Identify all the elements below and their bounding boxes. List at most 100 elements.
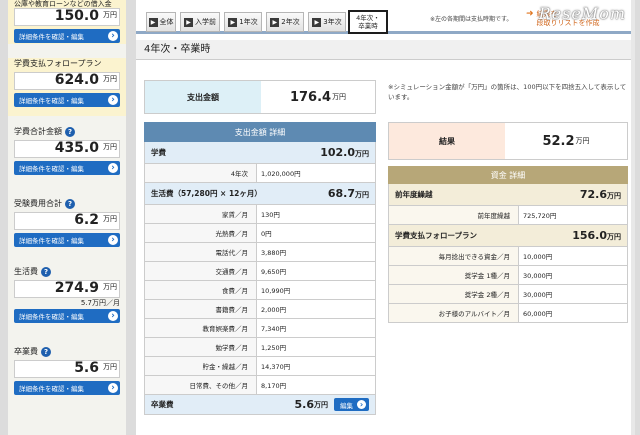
triangle-right-icon: ▶: [228, 17, 238, 27]
row-value: 68.7万円: [328, 187, 369, 200]
payment-total-number: 176.4: [289, 89, 332, 105]
row-value: 7,340円: [261, 325, 287, 333]
result-label: 結果: [389, 123, 505, 159]
sidebar-item-number: 274.9: [54, 280, 99, 296]
chevron-right-icon: ›: [108, 163, 118, 173]
sidebar-item-unit: 万円: [103, 363, 117, 371]
row-label: 光熱費／月: [145, 224, 257, 242]
row-label: 4年次: [145, 164, 257, 182]
sidebar-item-number: 5.6: [74, 360, 99, 376]
sidebar-item-number: 624.0: [54, 72, 99, 88]
watermark-logo: ReseMom: [538, 4, 626, 23]
row-label: 学費支払フォロープラン: [395, 231, 478, 240]
scrollbar[interactable]: [631, 0, 635, 435]
tab-label: 1年次: [239, 18, 258, 26]
row-value: 1,250円: [261, 344, 287, 352]
sidebar-item-tuition: 学費合計金額? 435.0 万円 詳細条件を確認・編集 ›: [8, 126, 126, 184]
sidebar-item-edit-button[interactable]: 詳細条件を確認・編集 ›: [14, 381, 120, 395]
sidebar-item-value: 6.2 万円: [14, 212, 120, 230]
row-value: 156.0万円: [572, 229, 621, 242]
row-label: 勉学費／月: [145, 338, 257, 356]
payment-total-unit: 万円: [332, 93, 347, 101]
table-row: 前年度繰越 725,720円: [388, 206, 628, 225]
fund-detail-header: 資金 詳細: [388, 166, 628, 184]
tab-year1[interactable]: ▶ 1年次: [224, 12, 262, 32]
sidebar-item-exam: 受験費用合計? 6.2 万円 詳細条件を確認・編集 ›: [8, 198, 126, 256]
payment-total: 支出金額 176.4 万円: [144, 80, 376, 114]
tab-year2[interactable]: ▶ 2年次: [266, 12, 304, 32]
row-label: 食費／月: [145, 281, 257, 299]
row-label: 前年度繰越: [389, 206, 519, 224]
row-number: 156.0: [572, 229, 607, 242]
sidebar-item-number: 435.0: [54, 140, 99, 156]
row-label: 電話代／月: [145, 243, 257, 261]
table-row: 奨学金 2種／月 30,000円: [388, 285, 628, 304]
help-icon[interactable]: ?: [65, 199, 75, 209]
sidebar-item-unit: 万円: [103, 283, 117, 291]
sidebar-loan-edit-button[interactable]: 詳細条件を確認・編集 ›: [14, 29, 120, 43]
row-value: 0円: [261, 230, 272, 238]
sidebar-loan-title: 公庫や教育ローンなどの借入金: [14, 0, 112, 8]
chevron-right-icon: ›: [108, 95, 118, 105]
tab-before-entry[interactable]: ▶ 入学前: [180, 12, 220, 32]
table-row: 交通費／月 9,650円: [144, 262, 376, 281]
row-label: 書籍費／月: [145, 300, 257, 318]
table-row: 光熱費／月 0円: [144, 224, 376, 243]
help-icon[interactable]: ?: [41, 267, 51, 277]
row-value: 725,720円: [523, 212, 557, 220]
tab-year4-graduation[interactable]: 4年次・ 卒業時: [348, 10, 388, 34]
tab-all[interactable]: ▶ 全体: [146, 12, 176, 32]
tab-year3[interactable]: ▶ 3年次: [308, 12, 346, 32]
table-row: 4年次 1,020,000円: [144, 164, 376, 183]
sidebar-item-edit-label: 詳細条件を確認・編集: [19, 237, 84, 245]
sidebar-item-title-text: 卒業費: [14, 347, 38, 356]
sidebar-item-living: 生活費? 274.9 万円 5.7万円／月 詳細条件を確認・編集 ›: [8, 266, 126, 334]
sidebar-item-edit-button[interactable]: 詳細条件を確認・編集 ›: [14, 233, 120, 247]
sidebar-item-value: 624.0 万円: [14, 72, 120, 90]
graduation-edit-button[interactable]: 編集 ›: [334, 398, 369, 411]
sidebar-item-edit-button[interactable]: 詳細条件を確認・編集 ›: [14, 309, 120, 323]
sidebar-item-title: 生活費?: [14, 266, 120, 278]
sidebar-item-value: 435.0 万円: [14, 140, 120, 158]
sidebar-item-edit-label: 詳細条件を確認・編集: [19, 313, 84, 321]
result-box: 結果 52.2 万円: [388, 122, 628, 160]
main-panel: ▶ 全体 ▶ 入学前 ▶ 1年次 ▶ 2年次 ▶ 3年次 4年次・ 卒業時 ※左の各期間は支…: [136, 0, 635, 435]
row-label: 奨学金 1種／月: [389, 266, 519, 284]
sidebar-item-edit-button[interactable]: 詳細条件を確認・編集 ›: [14, 93, 120, 107]
row-label: 前年度繰越: [395, 190, 433, 199]
sidebar-item-value: 274.9 万円: [14, 280, 120, 298]
sidebar-item-followplan: 学費支払フォロープラン 624.0 万円 詳細条件を確認・編集 ›: [8, 58, 126, 116]
row-value: 1,020,000円: [261, 170, 301, 178]
simulation-note: ※シミュレーション金額が「万円」の箇所は、100円以下を四捨五入して表示していま…: [388, 83, 627, 101]
row-unit: 万円: [355, 191, 369, 199]
payment-detail-table: 支出金額 詳細 学費 102.0万円 4年次 1,020,000円 生活費（57,2…: [144, 122, 376, 415]
sidebar-item-number: 6.2: [74, 212, 99, 228]
table-row: 勉学費／月 1,250円: [144, 338, 376, 357]
row-value: 14,370円: [261, 363, 291, 371]
row-value: 2,000円: [261, 306, 287, 314]
result-unit: 万円: [575, 137, 590, 145]
row-label: 家賃／月: [145, 205, 257, 223]
help-icon[interactable]: ?: [65, 127, 75, 137]
table-row-followplan: 学費支払フォロープラン 156.0万円: [388, 225, 628, 247]
chevron-right-icon: ›: [108, 235, 118, 245]
row-number: 102.0: [320, 146, 355, 159]
table-row: お子様のアルバイト／月 60,000円: [388, 304, 628, 323]
sidebar-item-title: 受験費用合計?: [14, 198, 120, 210]
sidebar-item-title-text: 受験費用合計: [14, 199, 62, 208]
table-row: 教育娯楽費／月 7,340円: [144, 319, 376, 338]
sidebar-item-title-text: 生活費: [14, 267, 38, 276]
sidebar-item-edit-label: 詳細条件を確認・編集: [19, 97, 84, 105]
row-label: 毎月捻出できる資金／月: [389, 247, 519, 265]
help-icon[interactable]: ?: [41, 347, 51, 357]
sidebar-item-title: 卒業費?: [14, 346, 120, 358]
row-number: 68.7: [327, 187, 355, 200]
sidebar-item-edit-button[interactable]: 詳細条件を確認・編集 ›: [14, 161, 120, 175]
chevron-right-icon: ›: [108, 383, 118, 393]
row-unit: 万円: [607, 192, 621, 200]
row-value: 9,650円: [261, 268, 287, 276]
row-value: 60,000円: [523, 310, 553, 318]
tab-label: 全体: [159, 18, 174, 26]
payment-detail-header: 支出金額 詳細: [144, 122, 376, 142]
table-row: 家賃／月 130円: [144, 205, 376, 224]
